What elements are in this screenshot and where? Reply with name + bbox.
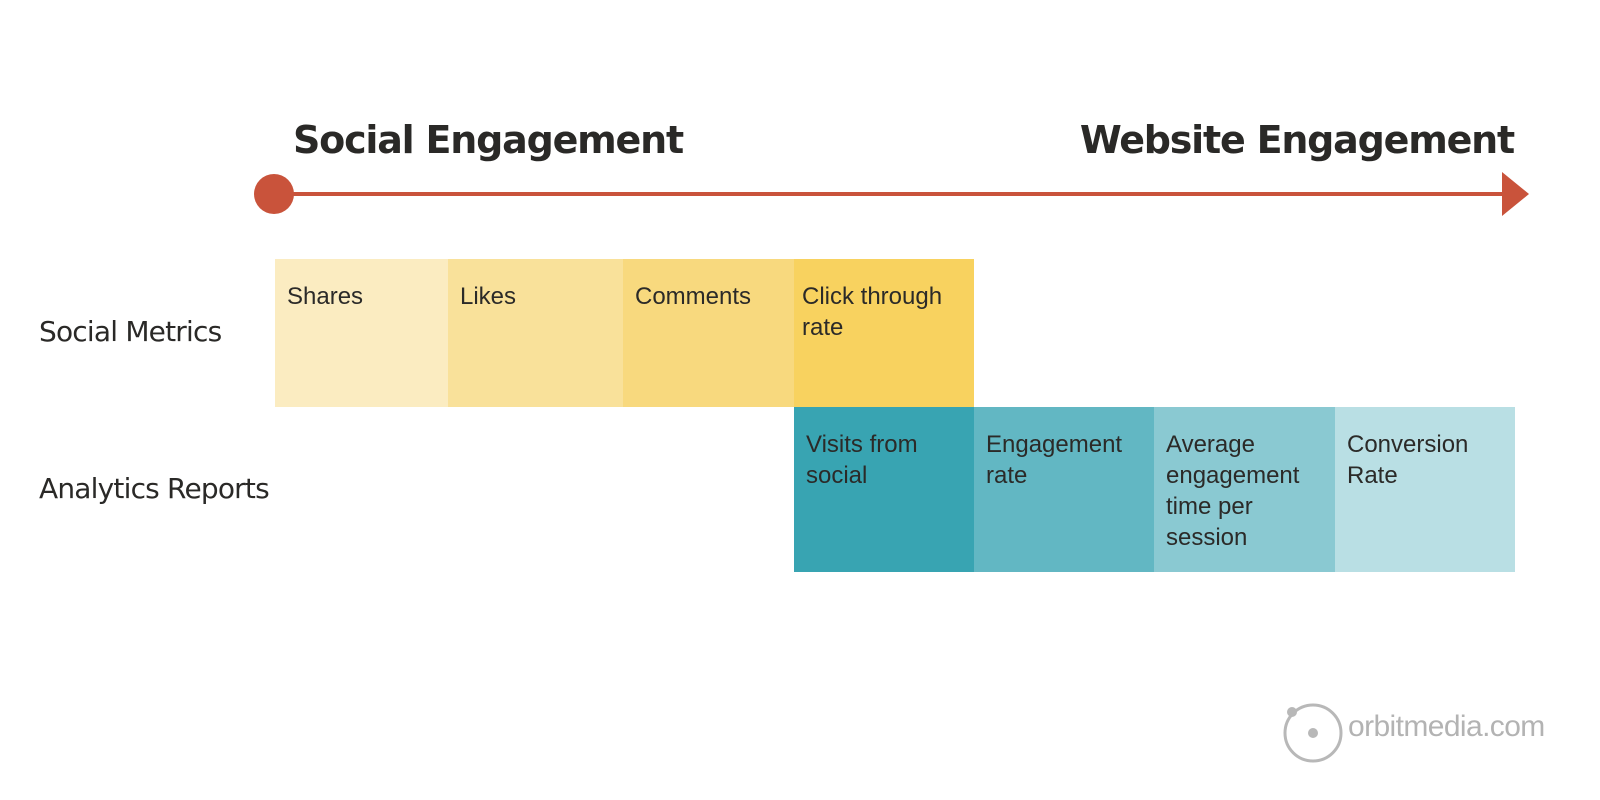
cell-label: Engagement rate <box>986 431 1123 489</box>
cell-label: Average engagement time per session <box>1166 431 1300 551</box>
cell-label: Conversion Rate <box>1347 431 1469 489</box>
analytics-cell-visits-from-social: Visits from social <box>794 407 974 572</box>
axis-start-dot-icon <box>254 174 294 214</box>
cell-label: Shares <box>287 283 364 310</box>
cell-label: Visits from social <box>806 431 918 489</box>
social-metric-cell-comments: Comments <box>623 259 794 407</box>
analytics-cell-conversion-rate: Conversion Rate <box>1335 407 1515 572</box>
social-metrics-label: Social Metrics <box>39 315 222 348</box>
orbit-icon <box>1283 703 1343 763</box>
website-engagement-heading: Website Engagement <box>1079 118 1515 162</box>
logo-text: orbitmedia.com <box>1348 710 1545 743</box>
analytics-cell-average-engagement-time: Average engagement time per session <box>1154 407 1335 572</box>
social-engagement-heading: Social Engagement <box>293 118 684 162</box>
analytics-reports-label: Analytics Reports <box>39 472 270 505</box>
cell-label: Likes <box>460 283 517 310</box>
social-metric-cell-likes: Likes <box>448 259 623 407</box>
axis-arrowhead-icon <box>1502 172 1529 216</box>
social-metric-cell-shares: Shares <box>275 259 448 407</box>
orbitmedia-logo: orbitmedia.com <box>1280 700 1560 766</box>
analytics-cell-engagement-rate: Engagement rate <box>974 407 1154 572</box>
cell-label: Click through rate <box>802 283 943 341</box>
social-metric-cell-click-through-rate: Click through rate <box>794 259 974 407</box>
cell-label: Comments <box>635 283 752 310</box>
